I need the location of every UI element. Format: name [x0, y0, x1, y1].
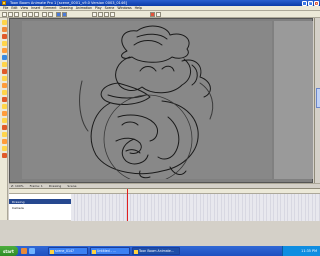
menu-animation[interactable]: Animation: [76, 6, 92, 10]
select-tool-icon[interactable]: [1, 20, 7, 25]
text-tool-icon[interactable]: [1, 90, 7, 95]
character-drawing: [79, 25, 214, 179]
toonboom-icon: [134, 249, 138, 254]
vertical-scrollbar[interactable]: [314, 18, 320, 183]
scrollbar-thumb[interactable]: [315, 88, 320, 108]
new-doc-icon[interactable]: [2, 12, 7, 17]
pivot-tool-icon[interactable]: [1, 111, 7, 116]
save-icon[interactable]: [14, 12, 19, 17]
taskbar: start scene_0147 Untitled - ... Toon Boo…: [0, 246, 320, 256]
layer-drawing[interactable]: Drawing: [9, 199, 71, 204]
folder-icon: [50, 249, 54, 254]
zoom-out-icon[interactable]: [62, 12, 67, 17]
undo-icon[interactable]: [42, 12, 47, 17]
stage-margin: [274, 21, 313, 179]
rotate-tool-icon[interactable]: [1, 132, 7, 137]
menu-drawing[interactable]: Drawing: [59, 6, 72, 10]
menu-file[interactable]: File: [3, 6, 8, 10]
timeline-frames[interactable]: [71, 194, 320, 221]
close-button[interactable]: ×: [314, 0, 319, 6]
dropper-tool-icon[interactable]: [1, 62, 7, 67]
zoom-tool-icon[interactable]: [1, 125, 7, 130]
hand-tool-icon[interactable]: [1, 118, 7, 123]
menu-insert[interactable]: Insert: [31, 6, 40, 10]
zoom-in-icon[interactable]: [56, 12, 61, 17]
brush-tool-icon[interactable]: [1, 34, 7, 39]
stop-icon[interactable]: [98, 12, 103, 17]
pencil-tool-icon[interactable]: [1, 41, 7, 46]
camera-icon[interactable]: [156, 12, 161, 17]
cut-icon[interactable]: [22, 12, 27, 17]
menu-view[interactable]: View: [21, 6, 29, 10]
ie-icon[interactable]: [29, 248, 35, 254]
clock: 11:35 PM: [301, 249, 317, 253]
window-controls: _ □ ×: [302, 0, 319, 6]
camera-view: [9, 18, 313, 183]
redo-icon[interactable]: [48, 12, 53, 17]
tools-toolbar: [0, 18, 8, 220]
paste-icon[interactable]: [34, 12, 39, 17]
paint-icon: [92, 249, 96, 254]
line-tool-icon[interactable]: [1, 69, 7, 74]
cutter-tool-icon[interactable]: [1, 97, 7, 102]
light-table-icon[interactable]: [150, 12, 155, 17]
task-untitled-label: Untitled - ...: [97, 249, 116, 253]
app-icon: [2, 1, 6, 5]
menu-edit[interactable]: Edit: [11, 6, 17, 10]
rectangle-tool-icon[interactable]: [1, 76, 7, 81]
task-untitled[interactable]: Untitled - ...: [90, 247, 130, 255]
layer-camera-label: Camera: [12, 205, 24, 210]
playhead[interactable]: [127, 189, 128, 221]
transform-tool-icon[interactable]: [1, 104, 7, 109]
quick-launch: [21, 248, 35, 254]
main-toolbar: [0, 11, 320, 18]
system-tray: 11:35 PM: [282, 246, 320, 256]
task-toonboom-label: Toon Boom Animate...: [139, 249, 174, 253]
task-toonboom[interactable]: Toon Boom Animate...: [132, 247, 180, 255]
copy-icon[interactable]: [28, 12, 33, 17]
ink-tool-icon[interactable]: [1, 146, 7, 151]
play-icon[interactable]: [92, 12, 97, 17]
minimize-button[interactable]: _: [302, 0, 307, 6]
maximize-button[interactable]: □: [308, 0, 313, 6]
stroke-tool-icon[interactable]: [1, 153, 7, 158]
menu-windows[interactable]: Windows: [117, 6, 131, 10]
open-icon[interactable]: [8, 12, 13, 17]
layer-drawing-label: Drawing: [12, 199, 25, 204]
contour-editor-tool-icon[interactable]: [1, 27, 7, 32]
menu-help[interactable]: Help: [135, 6, 142, 10]
window-title: Toon Boom Animate Pro 1 [scene_0001_v9.0…: [10, 1, 127, 5]
paint-tool-icon[interactable]: [1, 55, 7, 60]
task-scene-label: scene_0147: [55, 249, 75, 253]
drawing-stage[interactable]: [22, 21, 272, 179]
task-scene[interactable]: scene_0147: [48, 247, 88, 255]
firefox-icon[interactable]: [21, 248, 27, 254]
ellipse-tool-icon[interactable]: [1, 83, 7, 88]
menu-element[interactable]: Element: [43, 6, 56, 10]
layer-camera[interactable]: Camera: [9, 205, 71, 210]
onion-skin-icon[interactable]: [110, 12, 115, 17]
eraser-tool-icon[interactable]: [1, 48, 7, 53]
menu-scene[interactable]: Scene: [105, 6, 115, 10]
morph-tool-icon[interactable]: [1, 139, 7, 144]
start-button[interactable]: start: [0, 246, 18, 256]
timeline-panel: Drawing Camera: [9, 188, 320, 221]
menu-play[interactable]: Play: [95, 6, 102, 10]
loop-icon[interactable]: [104, 12, 109, 17]
